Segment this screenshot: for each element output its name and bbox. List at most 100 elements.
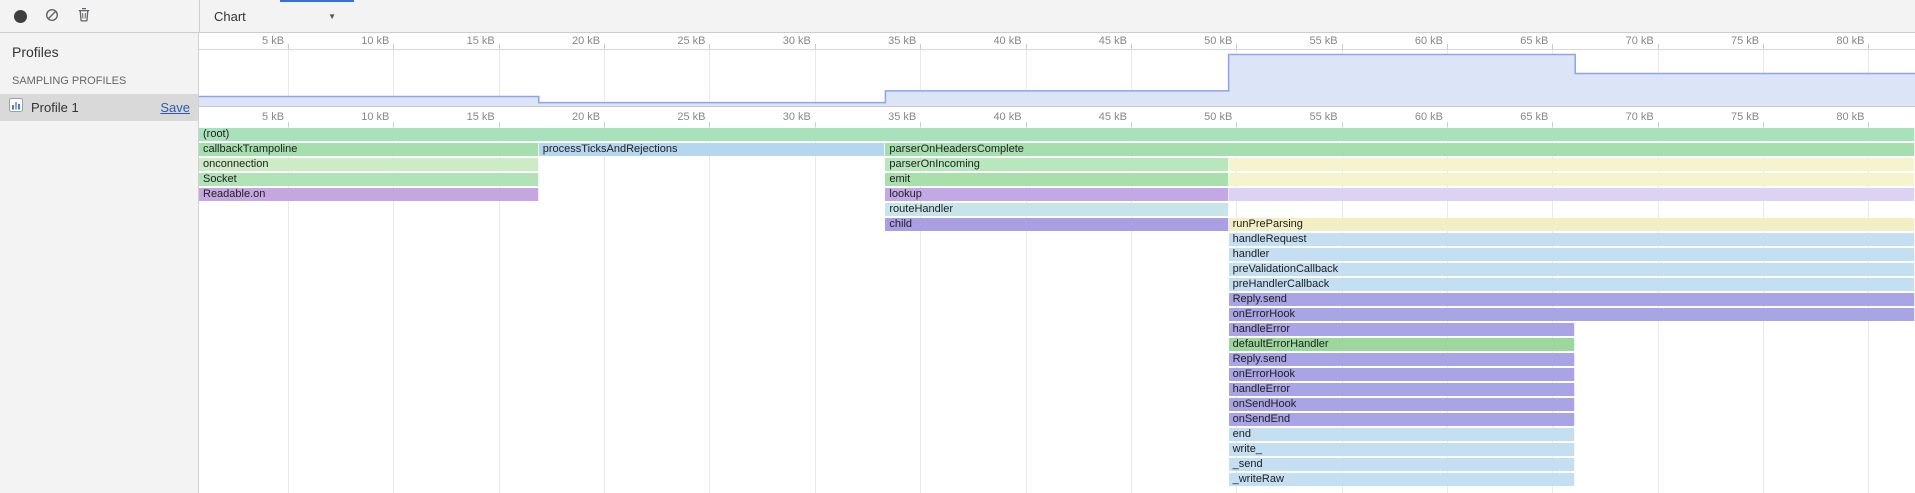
ruler-label: 30 kB — [745, 111, 811, 123]
flame-bar[interactable] — [1229, 158, 1915, 171]
flame-row: preValidationCallback — [199, 262, 1915, 277]
ruler-label: 25 kB — [639, 111, 705, 123]
flame-bar[interactable] — [1229, 173, 1915, 186]
flame-bar[interactable]: Socket — [199, 173, 539, 186]
profiles-sidebar: Profiles SAMPLING PROFILES Profile 1 Sav… — [0, 33, 199, 493]
flame-bar[interactable]: onSendHook — [1229, 398, 1576, 411]
flame-row: write_ — [199, 442, 1915, 457]
profiler-panel: Chart ▼ Profiles SAMPLING PROFILES Profi… — [0, 0, 1915, 493]
flame-row: onSendHook — [199, 397, 1915, 412]
ruler-label: 50 kB — [1166, 35, 1232, 47]
profile-item-profile-1[interactable]: Profile 1 Save — [0, 94, 198, 121]
ruler-label: 70 kB — [1588, 35, 1654, 47]
profile-name: Profile 1 — [31, 100, 153, 115]
trash-icon — [77, 7, 91, 25]
flame-bar[interactable]: handleError — [1229, 323, 1576, 336]
flame-bar[interactable]: routeHandler — [885, 203, 1228, 216]
flame-bar[interactable]: runPreParsing — [1229, 218, 1915, 231]
flame-bar[interactable]: defaultErrorHandler — [1229, 338, 1576, 351]
ruler-label: 5 kB — [218, 35, 284, 47]
ruler-label: 35 kB — [850, 111, 916, 123]
flame-row: onErrorHook — [199, 367, 1915, 382]
flame-row: (root) — [199, 127, 1915, 142]
toolbar: Chart ▼ — [0, 0, 1915, 33]
flame-bar[interactable]: child — [885, 218, 1228, 231]
flame-row: Reply.send — [199, 352, 1915, 367]
ruler-label: 20 kB — [534, 35, 600, 47]
ruler-label: 70 kB — [1588, 111, 1654, 123]
flame-bar[interactable]: emit — [885, 173, 1228, 186]
flame-row: Reply.send — [199, 292, 1915, 307]
view-mode-select[interactable]: Chart ▼ — [208, 5, 342, 28]
flame-chart[interactable]: (root)callbackTrampolineprocessTicksAndR… — [199, 127, 1915, 493]
flame-bar[interactable]: parserOnIncoming — [885, 158, 1228, 171]
flame-bar[interactable]: Readable.on — [199, 188, 539, 201]
flame-bar[interactable]: end — [1229, 428, 1576, 441]
ruler-label: 60 kB — [1377, 35, 1443, 47]
flame-bar[interactable]: callbackTrampoline — [199, 143, 539, 156]
toolbar-divider — [199, 0, 200, 32]
heap-profile-icon — [8, 97, 24, 118]
ruler-label: 80 kB — [1798, 35, 1864, 47]
ruler-label: 75 kB — [1693, 35, 1759, 47]
clear-profiles-button[interactable] — [36, 3, 68, 29]
ruler-label: 65 kB — [1482, 111, 1548, 123]
ruler-label: 65 kB — [1482, 35, 1548, 47]
flame-bar[interactable]: (root) — [199, 128, 1915, 141]
active-tab-indicator — [280, 0, 354, 2]
flame-row: defaultErrorHandler — [199, 337, 1915, 352]
ruler-label: 30 kB — [745, 35, 811, 47]
flame-row: _send — [199, 457, 1915, 472]
flame-bar[interactable]: _writeRaw — [1229, 473, 1576, 486]
flame-bar[interactable]: preHandlerCallback — [1229, 278, 1915, 291]
flame-bar[interactable]: handleRequest — [1229, 233, 1915, 246]
ruler-label: 80 kB — [1798, 111, 1864, 123]
save-profile-link[interactable]: Save — [160, 100, 190, 115]
flame-bar[interactable]: write_ — [1229, 443, 1576, 456]
flame-row: callbackTrampolineprocessTicksAndRejecti… — [199, 142, 1915, 157]
flame-chart-area: 5 kB10 kB15 kB20 kB25 kB30 kB35 kB40 kB4… — [199, 33, 1915, 493]
ruler-label: 10 kB — [323, 111, 389, 123]
flame-bar[interactable]: parserOnHeadersComplete — [885, 143, 1915, 156]
flame-row: onconnection parserOnIncoming — [199, 157, 1915, 172]
flame-row: preHandlerCallback — [199, 277, 1915, 292]
ruler-label: 45 kB — [1061, 111, 1127, 123]
flame-bar[interactable]: processTicksAndRejections — [539, 143, 886, 156]
ruler-label: 75 kB — [1693, 111, 1759, 123]
flame-bar[interactable]: handler — [1229, 248, 1915, 261]
ruler-label: 15 kB — [429, 35, 495, 47]
record-icon — [14, 10, 27, 23]
ruler-label: 45 kB — [1061, 35, 1127, 47]
ruler-label: 55 kB — [1272, 111, 1338, 123]
flame-bar[interactable]: Reply.send — [1229, 293, 1915, 306]
ruler-label: 15 kB — [429, 111, 495, 123]
flame-bar[interactable] — [1229, 188, 1915, 201]
flame-bar[interactable]: lookup — [885, 188, 1228, 201]
ruler-label: 25 kB — [639, 35, 705, 47]
delete-profile-button[interactable] — [68, 3, 100, 29]
ruler-label: 5 kB — [218, 111, 284, 123]
memory-ruler-bottom: 5 kB10 kB15 kB20 kB25 kB30 kB35 kB40 kB4… — [199, 107, 1915, 127]
flame-bar[interactable]: onErrorHook — [1229, 368, 1576, 381]
ruler-label: 10 kB — [323, 35, 389, 47]
sampling-profiles-section-label: SAMPLING PROFILES — [0, 62, 198, 94]
record-button[interactable] — [4, 3, 36, 29]
allocation-overview[interactable] — [199, 49, 1915, 107]
ruler-label: 55 kB — [1272, 35, 1338, 47]
flame-bar[interactable]: onconnection — [199, 158, 539, 171]
overview-area-chart — [199, 50, 1915, 106]
ruler-label: 35 kB — [850, 35, 916, 47]
flame-row: handleError — [199, 382, 1915, 397]
sidebar-title: Profiles — [0, 33, 198, 62]
view-mode-value: Chart — [214, 9, 246, 24]
flame-bar[interactable]: _send — [1229, 458, 1576, 471]
flame-bar[interactable]: preValidationCallback — [1229, 263, 1915, 276]
flame-row: routeHandler — [199, 202, 1915, 217]
flame-bar[interactable]: handleError — [1229, 383, 1576, 396]
flame-row: Socket emit — [199, 172, 1915, 187]
flame-row: onSendEnd — [199, 412, 1915, 427]
flame-row: handleError — [199, 322, 1915, 337]
flame-bar[interactable]: Reply.send — [1229, 353, 1576, 366]
flame-bar[interactable]: onErrorHook — [1229, 308, 1915, 321]
flame-bar[interactable]: onSendEnd — [1229, 413, 1576, 426]
